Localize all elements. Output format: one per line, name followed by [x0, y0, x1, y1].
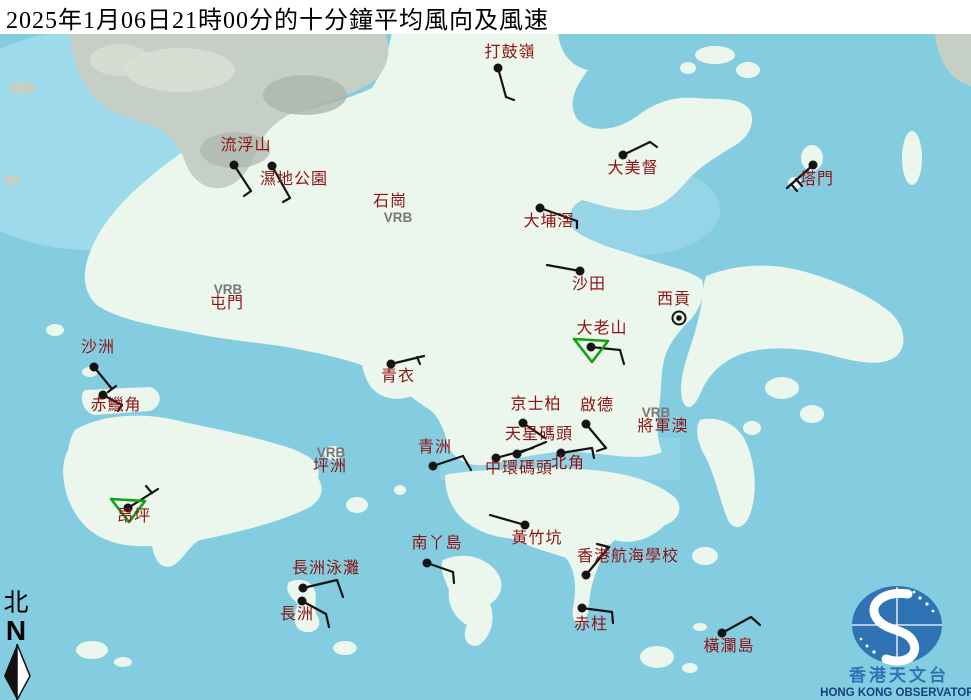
- station-dot: [268, 162, 277, 171]
- compass-n-label: N: [6, 615, 26, 646]
- urban-texture: [263, 75, 347, 115]
- island-po-toi: [640, 646, 674, 668]
- island-ma-wan: [339, 344, 353, 356]
- station-dot: [298, 597, 307, 606]
- station-dot: [521, 521, 530, 530]
- vrb-label: VRB: [384, 210, 413, 225]
- station-label: 石崗: [373, 192, 407, 210]
- station-label: 沙田: [572, 276, 606, 293]
- islet: [743, 421, 761, 435]
- station-label: 赤柱: [574, 615, 608, 633]
- station-label: 赤鱲角: [90, 396, 141, 414]
- station-label: 北角: [551, 454, 585, 472]
- islet: [114, 657, 132, 667]
- station-label: 中環碼頭: [485, 459, 553, 477]
- station-label: 將軍澳: [637, 417, 688, 435]
- islet: [8, 82, 36, 94]
- station-label: 坪洲: [313, 457, 347, 475]
- station-dot: [676, 315, 682, 321]
- station-label: 濕地公園: [260, 170, 328, 188]
- island-tung-lung: [692, 547, 718, 565]
- islet: [682, 663, 698, 673]
- station-dot: [423, 559, 432, 568]
- station-label: 長洲: [280, 605, 314, 623]
- islet-waglan: [693, 623, 707, 631]
- islet: [46, 324, 64, 336]
- station-dot: [582, 571, 591, 580]
- island-kau-sai-chau: [765, 377, 799, 399]
- station-label: 塔門: [800, 170, 834, 188]
- station-label: 青衣: [381, 367, 415, 385]
- station-label: 大美督: [607, 159, 658, 177]
- station-dot: [619, 151, 628, 160]
- station-label: 沙洲: [81, 339, 115, 356]
- station-label: 流浮山: [220, 136, 271, 154]
- islet: [4, 175, 20, 185]
- islet-kau-yi-chau: [394, 485, 406, 495]
- station-dot: [718, 629, 727, 638]
- station-dot: [578, 604, 587, 613]
- station-dot: [576, 267, 585, 276]
- map-title: 2025年1月06日21時00分的十分鐘平均風向及風速: [0, 0, 549, 35]
- islet: [736, 62, 760, 78]
- station-label: 京士柏: [510, 395, 561, 413]
- station-label: 青洲: [418, 438, 452, 456]
- station-dot: [582, 420, 591, 429]
- station-dot: [587, 343, 596, 352]
- station-label: 黃竹坑: [511, 529, 562, 547]
- station-label: 大老山: [576, 319, 627, 337]
- station-label: 昂坪: [117, 507, 151, 525]
- islet: [800, 405, 824, 423]
- compass-cn-label: 北: [3, 590, 28, 617]
- islet: [680, 62, 696, 74]
- map-canvas: 打鼓嶺流浮山濕地公園VRB石崗大美督塔門大埔滘沙田西貢大老山VRB屯門沙洲赤鱲角…: [0, 0, 971, 700]
- station-dot: [230, 161, 239, 170]
- station-label: 長洲泳灘: [292, 559, 360, 577]
- station-dot: [536, 204, 545, 213]
- station-label: 屯門: [210, 294, 244, 312]
- island-ping-chau: [902, 131, 922, 185]
- hko-logo-cn: 香港天文台: [849, 665, 949, 685]
- island-shek-kwu-chau: [333, 641, 357, 655]
- station-dot: [90, 363, 99, 372]
- station-dot: [429, 462, 438, 471]
- hko-logo-en: HONG KONG OBSERVATORY: [820, 687, 971, 699]
- wind-barb: [612, 612, 613, 623]
- station-label: 西貢: [657, 291, 691, 308]
- title-bar: 2025年1月06日21時00分的十分鐘平均風向及風速: [0, 0, 971, 34]
- station-label: 啟德: [580, 396, 614, 414]
- island-crooked: [695, 46, 735, 64]
- island-soko: [76, 641, 108, 659]
- wind-map-frame: 打鼓嶺流浮山濕地公園VRB石崗大美督塔門大埔滘沙田西貢大老山VRB屯門沙洲赤鱲角…: [0, 0, 971, 700]
- station-label: 大埔滘: [523, 212, 574, 230]
- urban-texture: [90, 44, 150, 76]
- station-dot: [494, 64, 503, 73]
- wind-barb: [453, 572, 454, 583]
- island-hei-ling-chau: [346, 497, 368, 513]
- station-label: 南丫島: [411, 534, 462, 552]
- station-label: 橫瀾島: [703, 637, 754, 655]
- station-dot: [299, 584, 308, 593]
- station-dot: [809, 161, 818, 170]
- station-label: 天星碼頭: [505, 425, 573, 443]
- station-label: 打鼓嶺: [484, 43, 535, 61]
- station-label: 香港航海學校: [577, 547, 679, 565]
